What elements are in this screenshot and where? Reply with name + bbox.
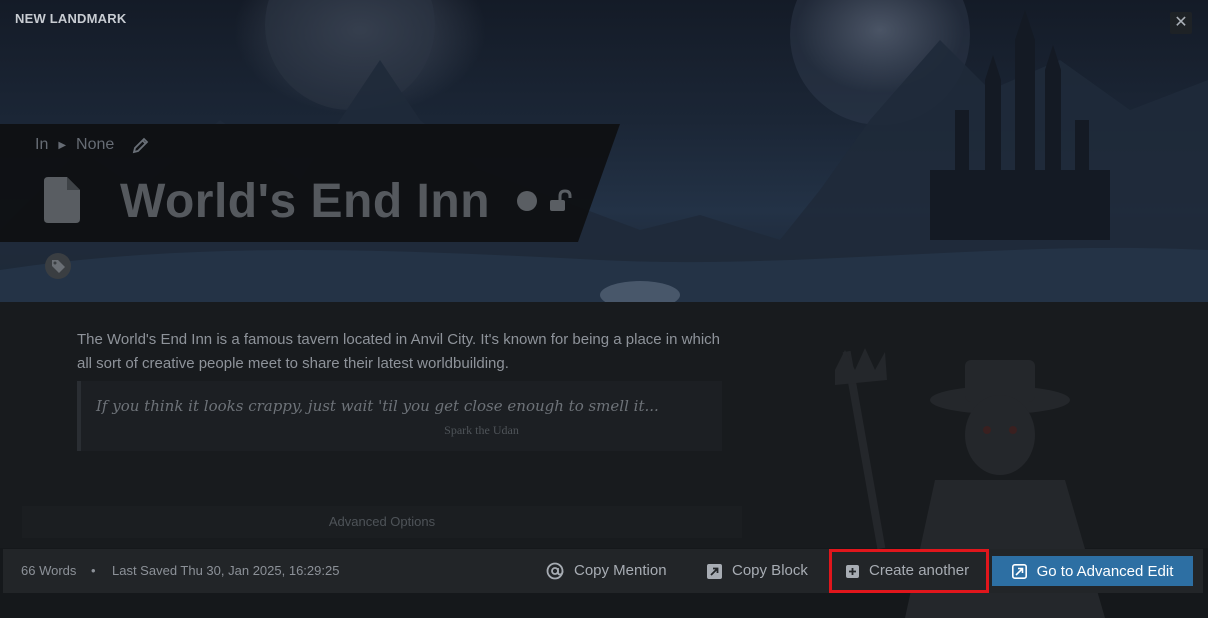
document-icon bbox=[44, 177, 80, 223]
page-title[interactable]: World's End Inn bbox=[120, 174, 490, 229]
copy-block-button[interactable]: Copy Block bbox=[707, 556, 808, 586]
at-icon bbox=[546, 562, 564, 580]
breadcrumb-prefix: In bbox=[35, 136, 49, 153]
breadcrumb: In ▶ None bbox=[35, 136, 114, 154]
quote-author: Spark the Udan bbox=[444, 423, 519, 437]
tag-icon[interactable] bbox=[44, 252, 72, 280]
plus-square-icon bbox=[846, 564, 859, 578]
external-link-icon bbox=[707, 563, 722, 579]
close-button[interactable]: ✕ bbox=[1170, 12, 1192, 34]
separator-dot: • bbox=[91, 563, 96, 578]
go-to-advanced-edit-button[interactable]: Go to Advanced Edit bbox=[992, 556, 1193, 586]
create-another-button[interactable]: Create another bbox=[846, 556, 969, 586]
last-saved: Last Saved Thu 30, Jan 2025, 16:29:25 bbox=[112, 563, 340, 578]
pencil-icon[interactable] bbox=[132, 136, 150, 154]
advanced-options-toggle[interactable]: Advanced Options bbox=[22, 506, 742, 538]
quote-text: If you think it looks crappy, just wait … bbox=[96, 397, 659, 415]
description-text[interactable]: The World's End Inn is a famous tavern l… bbox=[77, 328, 737, 376]
circle-dot-icon[interactable] bbox=[516, 190, 538, 212]
advanced-edit-label: Go to Advanced Edit bbox=[1036, 562, 1174, 580]
breadcrumb-parent-link[interactable]: None bbox=[76, 136, 114, 154]
external-link-icon bbox=[1011, 563, 1027, 579]
modal-title: NEW LANDMARK bbox=[15, 11, 127, 26]
unlock-icon[interactable] bbox=[548, 189, 572, 213]
copy-block-label: Copy Block bbox=[732, 562, 808, 579]
copy-mention-button[interactable]: Copy Mention bbox=[546, 556, 667, 586]
word-count: 66 Words bbox=[21, 563, 77, 578]
create-another-label: Create another bbox=[869, 562, 970, 579]
quote-block[interactable]: If you think it looks crappy, just wait … bbox=[77, 381, 722, 451]
new-landmark-modal: NEW LANDMARK ✕ In ▶ None World's End Inn… bbox=[0, 0, 1208, 618]
caret-right-icon: ▶ bbox=[58, 139, 67, 151]
copy-mention-label: Copy Mention bbox=[574, 562, 667, 579]
close-icon: ✕ bbox=[1174, 14, 1188, 31]
